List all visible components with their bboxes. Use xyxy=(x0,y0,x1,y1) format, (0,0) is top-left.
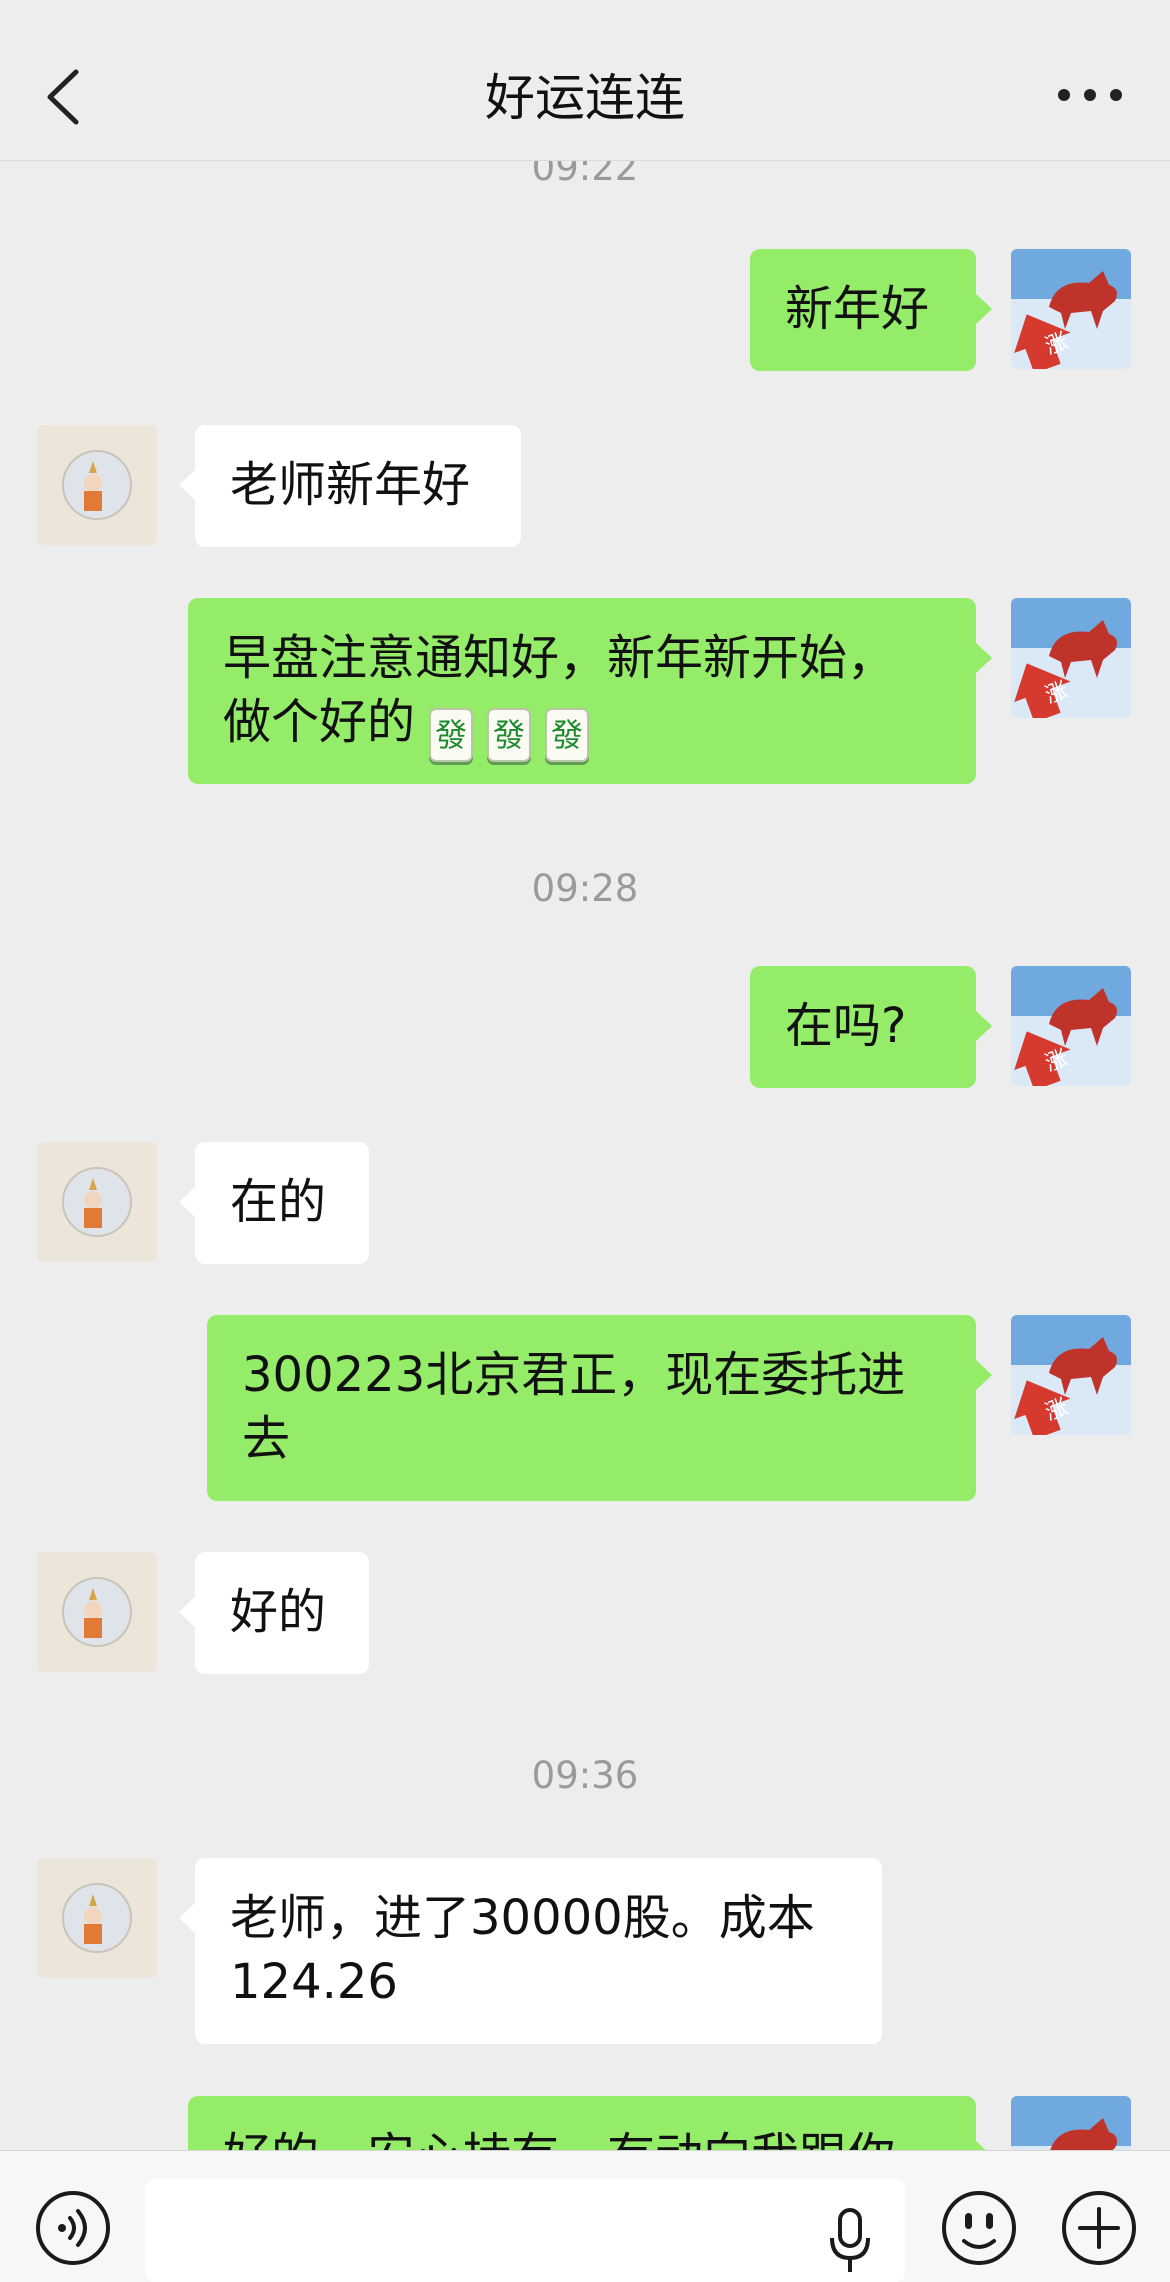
message-bubble-sent[interactable]: 300223北京君正，现在委托进 去 xyxy=(207,1315,992,1501)
message-text: 新年好 xyxy=(785,281,930,337)
mahjong-fa-emoji: 發 xyxy=(487,708,532,762)
message-bubble-received[interactable]: 好的 xyxy=(179,1552,369,1674)
self-avatar[interactable]: 涨 xyxy=(1011,1315,1131,1435)
message-text: 老师新年好 xyxy=(230,457,471,513)
navigation-bar: 好运连连 xyxy=(0,0,1170,161)
self-avatar[interactable]: 涨 xyxy=(1011,966,1131,1086)
more-functions-plus-icon[interactable] xyxy=(1060,2189,1138,2267)
message-bubble-sent[interactable]: 在吗? xyxy=(750,966,992,1088)
message-text: 在的 xyxy=(230,1174,327,1230)
emoji-icon[interactable] xyxy=(940,2189,1018,2267)
mahjong-fa-emoji: 發 xyxy=(545,708,590,762)
message-text-line-1: 300223北京君正，现在委托进 xyxy=(242,1347,906,1403)
message-text: 做个好的 xyxy=(223,694,416,750)
chat-title: 好运连连 xyxy=(485,69,685,127)
timestamp: 09:28 xyxy=(531,867,639,910)
message-bubble-sent[interactable]: 新年好 xyxy=(750,249,992,371)
microphone-icon[interactable] xyxy=(825,2206,875,2276)
message-bubble-received[interactable]: 在的 xyxy=(179,1142,369,1264)
chat-message-list[interactable]: 09:22 涨 新年好 老师新年好 涨 早盘注意通知好，新年新开始， 做个好的 … xyxy=(0,160,1170,2150)
input-toolbar xyxy=(0,2150,1170,2282)
message-text-line-1: 好的，安心持有，有动向我跟你 xyxy=(223,2124,941,2150)
message-text-line-1: 早盘注意通知好，新年新开始， xyxy=(223,630,896,686)
message-text: 在吗? xyxy=(785,998,907,1054)
self-avatar[interactable]: 涨 xyxy=(1011,249,1131,369)
message-bubble-sent[interactable]: 好的，安心持有，有动向我跟你 xyxy=(188,2096,992,2150)
message-text-line-2: 去 xyxy=(242,1411,291,1467)
contact-avatar[interactable] xyxy=(37,425,157,545)
timestamp: 09:36 xyxy=(531,1754,639,1797)
mahjong-fa-emoji: 發 xyxy=(429,708,474,762)
message-bubble-received[interactable]: 老师新年好 xyxy=(179,425,521,547)
message-bubble-sent[interactable]: 早盘注意通知好，新年新开始， 做个好的發發發 xyxy=(188,598,992,784)
message-text-line-1: 老师，进了30000股。成本 xyxy=(230,1890,815,1946)
self-avatar[interactable] xyxy=(1011,2096,1131,2150)
contact-avatar[interactable] xyxy=(37,1858,157,1978)
message-text: 好的 xyxy=(230,1584,327,1640)
message-bubble-received[interactable]: 老师，进了30000股。成本 124.26 xyxy=(179,1858,882,2044)
message-text-line-2: 124.26 xyxy=(230,1954,398,2010)
contact-avatar[interactable] xyxy=(37,1552,157,1672)
voice-input-icon[interactable] xyxy=(34,2189,112,2267)
timestamp: 09:22 xyxy=(531,160,639,189)
contact-avatar[interactable] xyxy=(37,1142,157,1262)
self-avatar[interactable]: 涨 xyxy=(1011,598,1131,718)
message-text-line-2: 做个好的發發發 xyxy=(223,690,941,762)
message-input[interactable] xyxy=(145,2179,905,2282)
more-options-icon[interactable] xyxy=(1050,70,1130,120)
